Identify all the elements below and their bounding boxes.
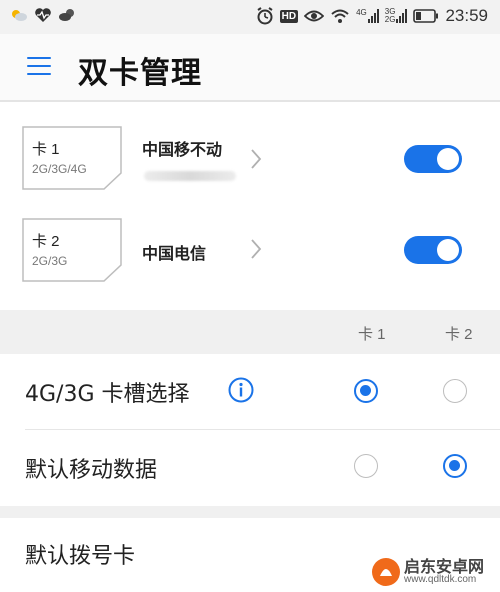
setting-4g3g-slot: 4G/3G 卡槽选择 — [0, 354, 500, 430]
sim-column-header: 卡 1 卡 2 — [0, 310, 500, 354]
status-left-icons — [10, 7, 76, 23]
setting-label: 默认拨号卡 — [25, 544, 136, 569]
radio-sim2[interactable] — [443, 454, 467, 478]
chevron-right-icon[interactable] — [250, 238, 262, 260]
phone-number-redacted — [144, 171, 236, 181]
watermark-url: www.qdltdk.com — [404, 574, 477, 585]
clock-time: 23:59 — [445, 6, 488, 25]
setting-label: 4G/3G 卡槽选择 — [25, 382, 190, 407]
sim-network-type: 2G/3G/4G — [32, 162, 87, 176]
status-bar: HD 4G 3G 2G 23:59 — [0, 0, 500, 34]
sim1-row[interactable]: 卡 1 2G/3G/4G 中国移不动 — [0, 114, 500, 206]
radio-sim1[interactable] — [354, 454, 378, 478]
network-type-label: 4G — [356, 8, 367, 17]
carrier-name: 中国移不动 — [142, 140, 223, 159]
weather-icon — [12, 10, 27, 21]
section-gap — [0, 506, 500, 518]
sim-card-icon: 卡 2 2G/3G — [22, 218, 122, 282]
signal-bars-icon — [396, 9, 408, 23]
radio-sim2[interactable] — [443, 379, 467, 403]
setting-default-mobile-data: 默认移动数据 — [0, 430, 500, 506]
signal-bars-icon — [367, 9, 379, 23]
site-watermark: 启东安卓网 www.qdltdk.com — [368, 550, 500, 592]
cloud-sun-icon — [59, 9, 74, 21]
setting-label: 默认移动数据 — [25, 458, 158, 483]
sim2-row[interactable]: 卡 2 2G/3G 中国电信 — [0, 206, 500, 298]
app-bar: 双卡管理 — [0, 34, 500, 102]
info-icon[interactable] — [228, 377, 254, 403]
signal-sim2-indicator: 3G 2G — [385, 8, 408, 24]
page-title: 双卡管理 — [78, 56, 202, 91]
chevron-right-icon[interactable] — [250, 148, 262, 170]
signal-sim1-indicator: 4G — [356, 9, 379, 23]
carrier-name: 中国电信 — [142, 244, 207, 263]
sim-network-type: 2G/3G — [32, 254, 68, 268]
column-label-sim2: 卡 2 — [445, 326, 473, 343]
status-right-icons: HD 4G 3G 2G 23:59 — [256, 6, 488, 26]
column-label-sim1: 卡 1 — [358, 326, 386, 343]
health-heart-icon — [35, 8, 51, 22]
wifi-icon — [331, 9, 349, 23]
sim-card-label: 卡 2 — [32, 233, 60, 250]
radio-sim1[interactable] — [354, 379, 378, 403]
hd-voice-badge: HD — [279, 9, 299, 23]
battery-icon — [413, 9, 439, 23]
sim-card-label: 卡 1 — [32, 141, 60, 158]
watermark-logo-icon — [372, 558, 400, 586]
eye-comfort-icon — [304, 10, 325, 22]
sim2-enable-toggle[interactable] — [404, 236, 462, 264]
hamburger-menu-icon[interactable] — [27, 57, 51, 77]
alarm-clock-icon — [257, 7, 273, 25]
sim1-enable-toggle[interactable] — [404, 145, 462, 173]
sim-card-icon: 卡 1 2G/3G/4G — [22, 126, 122, 190]
network-type-bottom-label: 2G — [384, 15, 396, 24]
